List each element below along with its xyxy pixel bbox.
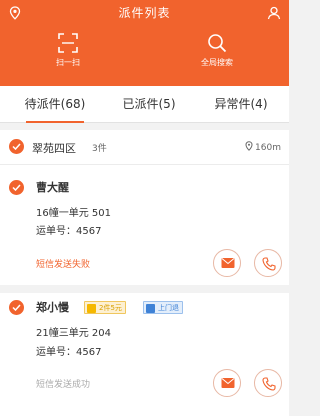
parcel-count-fee-tag: 2件5元 (84, 301, 126, 314)
tab-dispatched[interactable]: 已派件(5) (104, 86, 194, 122)
area-group-header[interactable]: 翠苑四区 3件 160m (0, 130, 289, 165)
tab-bar: 待派件(68) 已派件(5) 异常件(4) (0, 86, 289, 123)
tab-dispatched-label: 已派件(5) (122, 97, 176, 111)
mail-icon (221, 378, 235, 388)
scan-button[interactable]: 扫一扫 (33, 32, 103, 68)
mail-icon (221, 258, 235, 268)
global-search-button[interactable]: 全局搜索 (182, 32, 252, 68)
recipient-address: 16幢一单元 501 (36, 208, 111, 219)
recipient-name: 郑小慢 (36, 301, 69, 314)
call-button[interactable] (254, 369, 282, 397)
parcel-checkbox[interactable] (9, 180, 24, 195)
global-search-label: 全局搜索 (201, 58, 233, 67)
check-icon (12, 184, 21, 191)
area-name: 翠苑四区 (32, 142, 76, 155)
area-count: 3件 (92, 144, 107, 154)
waybill-number: 运单号：4567 (36, 226, 102, 237)
scan-label: 扫一扫 (56, 58, 80, 67)
active-tab-indicator (26, 121, 84, 123)
mail-button[interactable] (213, 249, 241, 277)
check-icon (12, 143, 21, 150)
door-return-label: 上门退 (158, 304, 179, 312)
tab-exception-label: 异常件(4) (214, 97, 268, 111)
sms-status: 短信发送失败 (36, 260, 91, 270)
check-icon (12, 304, 21, 311)
parcel-count-fee-label: 2件5元 (99, 304, 122, 312)
phone-icon (262, 257, 276, 271)
tab-exception[interactable]: 异常件(4) (196, 86, 286, 122)
sms-status: 短信发送成功 (36, 380, 91, 390)
area-distance: 160m (245, 141, 281, 153)
waybill-number: 运单号：4567 (36, 347, 102, 358)
app-header: 派件列表 扫一扫 全局搜索 (0, 0, 289, 86)
door-return-tag: 上门退 (143, 301, 183, 314)
tab-pending[interactable]: 待派件(68) (10, 86, 100, 123)
area-distance-value: 160m (255, 143, 281, 153)
door-return-icon (146, 304, 155, 313)
call-button[interactable] (254, 249, 282, 277)
mail-button[interactable] (213, 369, 241, 397)
user-icon[interactable] (267, 5, 281, 20)
recipient-name: 曹大醒 (36, 181, 69, 194)
page-title: 派件列表 (118, 6, 171, 20)
search-icon (208, 34, 227, 53)
parcel-card[interactable]: 郑小慢 2件5元 上门退 21幢三单元 204 运单号：4567 短信发送成功 (0, 293, 289, 416)
fee-tag-icon (87, 304, 96, 313)
group-checkbox[interactable] (9, 139, 24, 154)
phone-icon (262, 377, 276, 391)
parcel-checkbox[interactable] (9, 300, 24, 315)
scan-icon (58, 33, 78, 53)
parcel-card[interactable]: 曹大醒 16幢一单元 501 运单号：4567 短信发送失败 (0, 165, 289, 285)
recipient-address: 21幢三单元 204 (36, 328, 111, 339)
distance-pin-icon (245, 141, 253, 151)
tab-pending-label: 待派件(68) (24, 97, 86, 111)
card-divider (0, 285, 289, 293)
